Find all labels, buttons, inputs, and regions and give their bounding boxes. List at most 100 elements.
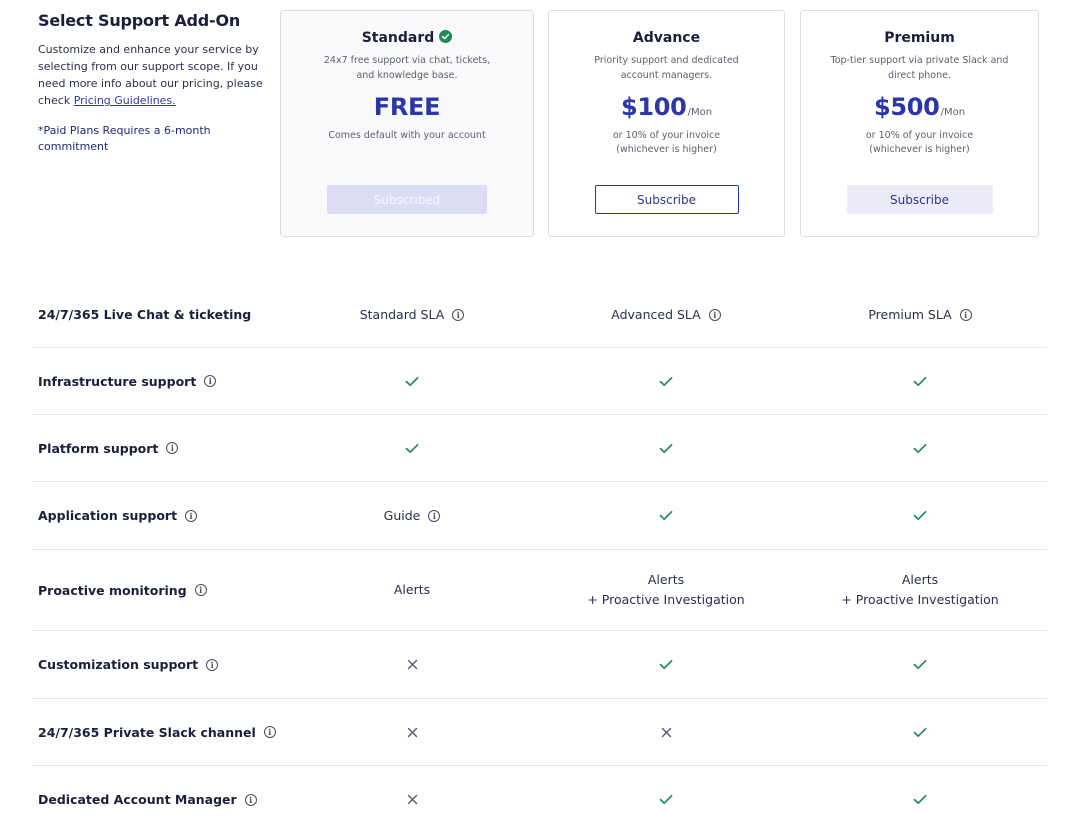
feature-label-text: 24/7/365 Live Chat & ticketing bbox=[38, 307, 252, 322]
check-icon bbox=[913, 659, 927, 670]
cell-text: Premium SLA bbox=[868, 306, 952, 322]
cell-advance bbox=[566, 766, 766, 833]
feature-label-text: Infrastructure support bbox=[38, 373, 197, 389]
plan-name-row: Advance bbox=[549, 28, 784, 48]
cell-advance: Alerts + Proactive Investigation bbox=[566, 550, 766, 630]
cell-text: Alerts bbox=[393, 582, 431, 597]
plan-price: $500/Mon bbox=[801, 93, 1038, 127]
price-amount: $500 bbox=[873, 93, 940, 121]
price-period: /Mon bbox=[687, 107, 713, 118]
price-note: Comes default with your account bbox=[328, 130, 486, 141]
price-amount: FREE bbox=[373, 93, 441, 121]
feature-label-text: Dedicated Account Manager bbox=[38, 792, 237, 807]
subscribe-premium-button[interactable]: Subscribe bbox=[846, 185, 993, 214]
feature-row: Customization support i bbox=[32, 631, 1047, 699]
feature-label-text: 24/7/365 Private Slack channel bbox=[38, 724, 256, 740]
feature-label: Application support i bbox=[38, 482, 198, 549]
cell-premium bbox=[820, 631, 1020, 698]
cell-standard bbox=[312, 415, 512, 481]
check-icon bbox=[913, 443, 927, 454]
plan-name: Advance bbox=[632, 30, 701, 46]
cross-icon bbox=[407, 727, 418, 738]
cross-icon bbox=[407, 794, 418, 805]
feature-row: 24/7/365 Live Chat & ticketing Standard S… bbox=[32, 282, 1047, 348]
info-icon[interactable]: i bbox=[244, 793, 257, 806]
info-icon[interactable]: i bbox=[452, 308, 465, 321]
cell-advance bbox=[566, 631, 766, 698]
feature-label: Infrastructure support i bbox=[38, 348, 217, 414]
cell-premium: Alerts + Proactive Investigation bbox=[820, 550, 1020, 630]
cell-text: Guide bbox=[383, 507, 421, 523]
plan-card-premium: Premium Top-tier support via private Sla… bbox=[800, 10, 1039, 237]
feature-label-text: Proactive monitoring bbox=[38, 582, 187, 598]
cell-standard bbox=[312, 348, 512, 414]
price-period: /Mon bbox=[940, 107, 966, 118]
cell-advance bbox=[566, 415, 766, 481]
info-icon[interactable]: i bbox=[428, 509, 441, 522]
plan-name-row: Standard bbox=[281, 28, 533, 48]
price-note: or 10% of your invoice (whichever is hig… bbox=[612, 130, 721, 155]
info-icon[interactable]: i bbox=[959, 308, 972, 321]
price-note: or 10% of your invoice (whichever is hig… bbox=[865, 130, 974, 155]
cell-standard: Alerts bbox=[312, 550, 512, 630]
cell-standard bbox=[312, 699, 512, 765]
info-icon[interactable]: i bbox=[204, 375, 217, 387]
plan-name: Premium bbox=[884, 30, 955, 46]
cell-advance bbox=[566, 348, 766, 414]
cell-text: Advanced SLA bbox=[611, 306, 701, 322]
plan-card-standard: Standard 24x7 free support via chat, tic… bbox=[280, 10, 534, 237]
feature-row: Application support i Guide i bbox=[32, 482, 1047, 550]
cell-text-secondary: + Proactive Investigation bbox=[587, 592, 745, 607]
feature-label: Dedicated Account Manager i bbox=[38, 766, 257, 833]
commitment-note: *Paid Plans Requires a 6-month commitmen… bbox=[38, 124, 211, 153]
plan-price: FREE bbox=[281, 93, 533, 127]
feature-label-text: Platform support bbox=[38, 440, 159, 456]
info-icon[interactable]: i bbox=[263, 726, 276, 738]
feature-label-text: Customization support bbox=[38, 657, 199, 672]
cell-advance bbox=[566, 699, 766, 765]
plan-name: Standard bbox=[361, 30, 435, 46]
subscribe-advance-button[interactable]: Subscribe bbox=[594, 185, 739, 214]
subscribed-button[interactable]: Subscribed bbox=[327, 185, 487, 214]
feature-label: 24/7/365 Private Slack channel i bbox=[38, 699, 276, 765]
check-icon bbox=[659, 794, 673, 805]
plan-price: $100/Mon bbox=[549, 93, 784, 127]
cell-premium bbox=[820, 482, 1020, 549]
cell-text: Standard SLA bbox=[359, 306, 445, 322]
info-icon[interactable]: i bbox=[166, 442, 179, 454]
check-circle-icon bbox=[439, 29, 453, 47]
cell-premium bbox=[820, 766, 1020, 833]
pricing-guidelines-link[interactable]: Pricing Guidelines. bbox=[74, 94, 176, 107]
feature-comparison-table: 24/7/365 Live Chat & ticketing Standard S… bbox=[32, 282, 1047, 833]
plan-name-row: Premium bbox=[801, 28, 1038, 48]
check-icon bbox=[405, 443, 419, 454]
cell-text: Alerts bbox=[901, 572, 939, 587]
feature-label: Customization support i bbox=[38, 631, 219, 698]
cell-standard bbox=[312, 631, 512, 698]
cross-icon bbox=[407, 659, 418, 670]
feature-label-text: Application support bbox=[38, 508, 178, 523]
check-icon bbox=[659, 659, 673, 670]
cell-standard: Guide i bbox=[312, 482, 512, 549]
check-icon bbox=[659, 443, 673, 454]
feature-row: Platform support i bbox=[32, 415, 1047, 482]
info-icon[interactable]: i bbox=[185, 509, 198, 522]
info-icon[interactable]: i bbox=[194, 584, 207, 596]
plan-description: Top-tier support via private Slack and d… bbox=[830, 55, 1009, 81]
cross-icon bbox=[661, 727, 672, 738]
cell-text: Alerts bbox=[647, 572, 685, 587]
cell-text-secondary: + Proactive Investigation bbox=[841, 592, 999, 607]
check-icon bbox=[913, 727, 927, 738]
info-icon[interactable]: i bbox=[206, 658, 219, 671]
cell-premium bbox=[820, 415, 1020, 481]
info-icon[interactable]: i bbox=[708, 308, 721, 321]
page-title: Select Support Add-On bbox=[38, 11, 241, 30]
check-icon bbox=[913, 794, 927, 805]
feature-label: 24/7/365 Live Chat & ticketing bbox=[38, 282, 251, 347]
feature-row: Dedicated Account Manager i bbox=[32, 766, 1047, 833]
cell-advance bbox=[566, 482, 766, 549]
intro-panel: Select Support Add-On Customize and enha… bbox=[38, 10, 263, 155]
cell-premium bbox=[820, 699, 1020, 765]
check-icon bbox=[913, 376, 927, 387]
feature-row: Infrastructure support i bbox=[32, 348, 1047, 415]
